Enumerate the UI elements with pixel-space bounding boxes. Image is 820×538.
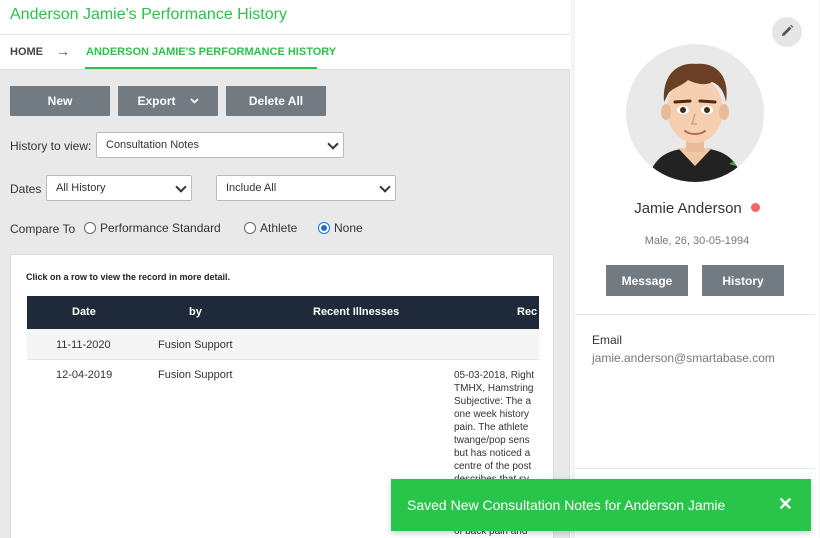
close-icon[interactable]: ✕	[778, 494, 793, 515]
chevron-down-icon	[189, 96, 199, 106]
cell-by: Fusion Support	[158, 339, 233, 351]
radio-label: Athlete	[260, 221, 298, 235]
radio-circle-selected[interactable]	[318, 222, 330, 234]
export-button-label: Export	[137, 94, 176, 108]
history-button-label: History	[722, 273, 764, 288]
email-label: Email	[592, 333, 623, 347]
dates-label: Dates	[10, 182, 42, 196]
profile-meta: Male, 26, 30-05-1994	[644, 235, 750, 247]
chevron-down-icon	[379, 181, 391, 193]
breadcrumb: HOME → ANDERSON JAMIE'S PERFORMANCE HIST…	[0, 35, 570, 70]
title-bar: Anderson Jamie's Performance History	[0, 0, 570, 35]
radio-circle[interactable]	[84, 222, 96, 234]
column-header-by[interactable]: by	[189, 306, 202, 318]
cell-date: 11-11-2020	[56, 339, 111, 351]
include-value: Include All	[226, 182, 277, 194]
profile-panel: Jamie Anderson Male, 26, 30-05-1994 Mess…	[571, 0, 820, 538]
record-line: TMHX, Hamstring	[454, 383, 534, 394]
column-header-record[interactable]: Rec	[517, 306, 537, 318]
divider	[575, 314, 815, 315]
record-line: twange/pop sens	[454, 435, 530, 446]
history-panel: Anderson Jamie's Performance History HOM…	[0, 0, 570, 538]
record-line: 05-03-2018, Right	[454, 370, 535, 381]
compare-radio-performance-standard[interactable]: Performance Standard	[84, 221, 221, 235]
record-line: pain. The athlete	[454, 422, 529, 433]
status-dot-icon	[750, 203, 760, 212]
email-value[interactable]: jamie.anderson@smartabase.com	[592, 351, 775, 365]
history-to-view-label: History to view:	[10, 139, 92, 153]
cell-by: Fusion Support	[158, 369, 233, 381]
record-line: Subjective: The a	[454, 396, 532, 407]
message-button[interactable]: Message	[606, 265, 688, 296]
column-header-date[interactable]: Date	[72, 306, 96, 318]
toast-message: Saved New Consultation Notes for Anderso…	[407, 497, 726, 513]
new-button[interactable]: New	[10, 86, 110, 116]
radio-label: Performance Standard	[100, 221, 221, 235]
avatar	[626, 44, 764, 182]
record-line: but has noticed a	[454, 448, 531, 459]
breadcrumb-active-underline	[85, 67, 317, 69]
radio-circle[interactable]	[244, 222, 256, 234]
chevron-down-icon	[175, 181, 187, 193]
profile-card: Jamie Anderson Male, 26, 30-05-1994 Mess…	[575, 0, 819, 538]
record-line: one week history	[454, 409, 530, 420]
pencil-icon	[780, 24, 794, 41]
export-button[interactable]: Export	[118, 86, 218, 116]
table-row[interactable]: 11-11-2020 Fusion Support	[27, 329, 539, 360]
table-header: Date by Recent Illnesses Rec	[27, 296, 539, 329]
success-toast: Saved New Consultation Notes for Anderso…	[391, 479, 811, 531]
compare-radio-athlete[interactable]: Athlete	[244, 221, 297, 235]
new-button-label: New	[47, 94, 73, 108]
breadcrumb-current: ANDERSON JAMIE'S PERFORMANCE HISTORY	[86, 46, 337, 58]
history-type-value: Consultation Notes	[106, 139, 199, 151]
history-button[interactable]: History	[702, 265, 784, 296]
compare-radio-none[interactable]: None	[318, 221, 363, 235]
message-button-label: Message	[621, 273, 673, 288]
profile-name: Jamie Anderson	[575, 200, 819, 217]
table-hint: Click on a row to view the record in mor…	[26, 272, 231, 282]
page-title: Anderson Jamie's Performance History	[10, 6, 287, 23]
dates-value: All History	[56, 182, 106, 194]
compare-to-label: Compare To	[10, 222, 76, 236]
profile-name-text: Jamie Anderson	[634, 200, 742, 217]
delete-all-button-label: Delete All	[248, 94, 304, 108]
edit-profile-button[interactable]	[772, 17, 802, 47]
cell-date: 12-04-2019	[56, 369, 113, 381]
divider	[575, 468, 815, 469]
chevron-down-icon	[327, 138, 339, 150]
record-line: centre of the post	[454, 461, 532, 472]
radio-label: None	[334, 221, 363, 235]
breadcrumb-home-link[interactable]: HOME	[10, 46, 43, 58]
breadcrumb-arrow-icon: →	[56, 43, 70, 59]
dates-select[interactable]: All History	[46, 175, 192, 201]
include-select[interactable]: Include All	[216, 175, 396, 201]
delete-all-button[interactable]: Delete All	[226, 86, 326, 116]
history-type-select[interactable]: Consultation Notes	[96, 132, 344, 158]
column-header-recent-illnesses[interactable]: Recent Illnesses	[313, 306, 399, 318]
